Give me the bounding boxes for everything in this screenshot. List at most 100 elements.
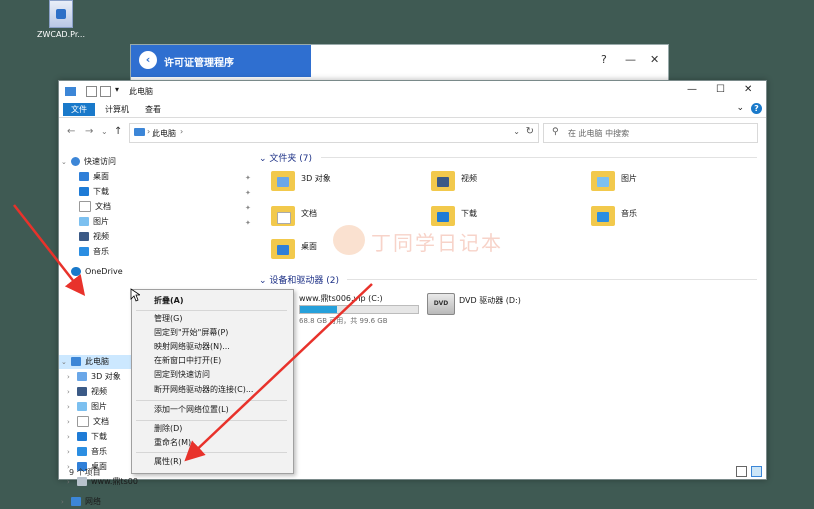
breadcrumb-separator[interactable]: › — [180, 127, 183, 136]
pin-icon[interactable]: ✦ — [245, 219, 251, 227]
menu-item-add-network-location[interactable]: 添加一个网络位置(L) — [154, 404, 229, 416]
drive-c-label: www.鼎ts006.vip (C:) — [299, 294, 383, 303]
chevron-down-icon: ⌄ — [259, 276, 270, 286]
picture-icon — [79, 217, 89, 226]
folder-3d-objects[interactable]: 3D 对象 — [271, 169, 401, 199]
context-menu: 折叠(A) 管理(G) 固定到"开始"屏幕(P) 映射网络驱动器(N)... 在… — [131, 289, 294, 474]
menu-item-map-network-drive[interactable]: 映射网络驱动器(N)... — [154, 341, 230, 353]
back-button[interactable]: ← — [67, 126, 75, 137]
new-folder-quick-icon[interactable] — [100, 86, 111, 97]
close-button[interactable]: ✕ — [650, 53, 659, 66]
navigation-bar: ← → ⌄ ↑ › 此电脑 › ⌄ ↻ ⚲ 在 此电脑 中搜索 — [59, 119, 766, 145]
desktop-icon — [79, 172, 89, 181]
folder-videos[interactable]: 视频 — [431, 169, 561, 199]
drive-c-capacity: 68.8 GB 可用，共 99.6 GB — [299, 317, 388, 325]
drive-c-usage-bar — [299, 305, 419, 314]
menu-item-delete[interactable]: 删除(D) — [154, 423, 182, 435]
pin-icon[interactable]: ✦ — [245, 174, 251, 182]
nav-pc-documents[interactable]: › 文档 — [67, 415, 109, 429]
video-icon — [79, 232, 89, 241]
zwcad-file-icon — [49, 0, 73, 28]
nav-this-pc[interactable]: ⌄ 此电脑 — [61, 355, 109, 369]
folder-pictures[interactable]: 图片 — [591, 169, 721, 199]
search-placeholder: 在 此电脑 中搜索 — [568, 129, 630, 138]
drives-group-header[interactable]: ⌄ 设备和驱动器 (2) — [259, 273, 339, 286]
video-icon — [431, 171, 455, 191]
menu-item-pin-quick-access[interactable]: 固定到快速访问 — [154, 369, 210, 381]
address-bar[interactable]: › 此电脑 › ⌄ ↻ — [129, 123, 539, 143]
pin-icon[interactable]: ✦ — [245, 204, 251, 212]
computer-icon — [134, 128, 145, 136]
nav-network[interactable]: › 网络 — [61, 495, 101, 509]
status-bar-item-count: 9 个项目 — [69, 468, 101, 477]
nav-quick-documents[interactable]: 文档 — [79, 200, 111, 214]
minimize-button[interactable]: — — [687, 84, 697, 95]
help-icon[interactable]: ? — [751, 103, 762, 114]
pin-icon[interactable]: ✦ — [245, 189, 251, 197]
nav-pc-music[interactable]: › 音乐 — [67, 445, 107, 459]
back-circle-icon[interactable]: ‹ — [139, 51, 157, 69]
star-icon — [71, 157, 80, 166]
menu-item-disconnect-network-drive[interactable]: 断开网络驱动器的连接(C)... — [154, 384, 253, 396]
drive-d-label: DVD 驱动器 (D:) — [459, 296, 521, 305]
properties-quick-icon[interactable] — [86, 86, 97, 97]
menu-separator — [136, 310, 287, 311]
music-icon — [77, 447, 87, 456]
menu-item-collapse[interactable]: 折叠(A) — [154, 295, 184, 307]
nav-quick-pictures[interactable]: 图片 — [79, 215, 109, 229]
document-icon — [271, 206, 295, 226]
breadcrumb-this-pc[interactable]: 此电脑 — [152, 128, 176, 139]
menu-separator — [136, 420, 287, 421]
nav-quick-downloads[interactable]: 下载 — [79, 185, 109, 199]
nav-quick-access[interactable]: ⌄ 快速访问 — [61, 155, 116, 169]
up-button[interactable]: ↑ — [114, 126, 122, 137]
window-title: 此电脑 — [129, 87, 153, 96]
ribbon: 文件 计算机 查看 ⌄ ? — [59, 101, 766, 118]
nav-pc-3d-objects[interactable]: › 3D 对象 — [67, 370, 121, 384]
download-icon — [431, 206, 455, 226]
address-dropdown-icon[interactable]: ⌄ — [513, 127, 520, 136]
search-icon: ⚲ — [552, 127, 559, 137]
customize-quick-access-icon[interactable]: ▾ — [115, 85, 119, 94]
menu-item-manage[interactable]: 管理(G) — [154, 313, 182, 325]
forward-button[interactable]: → — [85, 126, 93, 137]
search-input[interactable]: ⚲ 在 此电脑 中搜索 — [543, 123, 758, 143]
nav-pc-downloads[interactable]: › 下载 — [67, 430, 107, 444]
chevron-down-icon[interactable]: ⌄ — [736, 103, 744, 113]
3d-objects-icon — [271, 171, 295, 191]
minimize-button[interactable]: — — [625, 53, 636, 66]
license-title: 许可证管理程序 — [164, 58, 234, 69]
drive-d[interactable]: DVD DVD 驱动器 (D:) — [427, 293, 567, 319]
large-icons-view-icon[interactable] — [751, 466, 762, 477]
dvd-drive-icon: DVD — [427, 293, 455, 315]
refresh-icon[interactable]: ↻ — [526, 126, 534, 137]
nav-pc-videos[interactable]: › 视频 — [67, 385, 107, 399]
tab-file[interactable]: 文件 — [63, 103, 95, 116]
music-icon — [79, 247, 89, 256]
menu-item-open-new-window[interactable]: 在新窗口中打开(E) — [154, 355, 221, 367]
help-button[interactable]: ? — [601, 53, 607, 66]
drive-c-usage-fill — [300, 306, 337, 313]
folders-group-header[interactable]: ⌄ 文件夹 (7) — [259, 151, 312, 164]
close-button[interactable]: ✕ — [744, 84, 752, 95]
folder-music[interactable]: 音乐 — [591, 204, 721, 234]
title-bar: ▾ 此电脑 — ☐ ✕ — [59, 81, 766, 101]
tab-computer[interactable]: 计算机 — [97, 103, 137, 116]
download-icon — [77, 432, 87, 441]
menu-item-properties[interactable]: 属性(R) — [154, 456, 182, 468]
menu-item-pin-start[interactable]: 固定到"开始"屏幕(P) — [154, 327, 228, 339]
recent-locations-button[interactable]: ⌄ — [101, 127, 108, 136]
nav-quick-videos[interactable]: 视频 — [79, 230, 109, 244]
menu-item-rename[interactable]: 重命名(M) — [154, 437, 191, 449]
maximize-button[interactable]: ☐ — [716, 84, 725, 95]
tab-view[interactable]: 查看 — [137, 103, 169, 116]
details-view-icon[interactable] — [736, 466, 747, 477]
desktop-icon-zwcad[interactable]: ZWCAD.Pr... — [36, 0, 86, 39]
3d-objects-icon — [77, 372, 87, 381]
nav-onedrive[interactable]: OneDrive — [61, 265, 123, 279]
desktop-icon-label: ZWCAD.Pr... — [36, 30, 86, 39]
content-pane: ⌄ 文件夹 (7) 3D 对象 视频 图片 文档 下载 音乐 桌面 ⌄ 设备和驱… — [259, 149, 759, 467]
nav-quick-desktop[interactable]: 桌面 — [79, 170, 109, 184]
nav-quick-music[interactable]: 音乐 — [79, 245, 109, 259]
nav-pc-pictures[interactable]: › 图片 — [67, 400, 107, 414]
